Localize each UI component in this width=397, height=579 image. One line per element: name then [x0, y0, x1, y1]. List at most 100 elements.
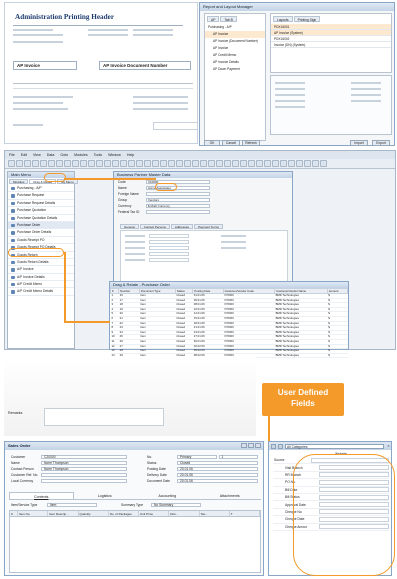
toolbar-button-icon[interactable]: [199, 160, 207, 167]
udf-toolbar-icon-1[interactable]: [271, 443, 276, 449]
tab-contents[interactable]: Contents: [9, 492, 74, 499]
toolbar-button-icon[interactable]: [183, 160, 191, 167]
tab-logistics[interactable]: Logistics: [74, 492, 137, 499]
toolbar-button-icon[interactable]: [79, 160, 87, 167]
toolbar-button-icon[interactable]: [255, 160, 263, 167]
toolbar-button-icon[interactable]: [95, 160, 103, 167]
customer-field[interactable]: C20000: [41, 455, 127, 459]
delivery-date-field[interactable]: 20.01.06: [177, 473, 258, 477]
layout-row[interactable]: Invoice (DN) (System): [271, 42, 391, 48]
grid-column-header[interactable]: Item No.: [18, 511, 49, 516]
bp-field-input[interactable]: [146, 192, 210, 196]
bp-field-input[interactable]: $ Multi Currency: [146, 204, 210, 208]
menu-item[interactable]: Purchase Quotation Details: [8, 215, 74, 222]
menu-view[interactable]: View: [33, 153, 41, 157]
tree-item[interactable]: AP Down Payment: [205, 66, 265, 73]
posting-date-field[interactable]: 20.01.06: [177, 467, 258, 471]
tab-modules[interactable]: Modules: [9, 179, 29, 184]
toolbar-button-icon[interactable]: [295, 160, 303, 167]
toolbar-button-icon[interactable]: [103, 160, 111, 167]
bp-field-input[interactable]: Vendors: [146, 198, 210, 202]
toolbar-button-icon[interactable]: [311, 160, 319, 167]
toolbar-button-icon[interactable]: [167, 160, 175, 167]
cancel-button[interactable]: Cancel: [222, 140, 240, 146]
bp-field-input[interactable]: [146, 210, 210, 214]
summary-type-select[interactable]: No Summary: [151, 503, 201, 507]
toolbar-button-icon[interactable]: [215, 160, 223, 167]
grid-column-header[interactable]: #: [10, 511, 18, 516]
toolbar-button-icon[interactable]: [7, 160, 15, 167]
tree-item[interactable]: AP Credit Memo: [205, 52, 265, 59]
menu-item[interactable]: Purchasing - A/P: [8, 185, 74, 193]
toolbar-button-icon[interactable]: [63, 160, 71, 167]
customer-ref-field[interactable]: [41, 473, 127, 477]
menu-edit[interactable]: Edit: [21, 153, 27, 157]
tab-ap[interactable]: AP: [207, 16, 220, 22]
toolbar-button-icon[interactable]: [151, 160, 159, 167]
toolbar-button-icon[interactable]: [71, 160, 79, 167]
layout-ap-doc-number-field[interactable]: AP Invoice Document Number: [99, 61, 191, 70]
tab-addresses[interactable]: Addresses: [170, 224, 194, 229]
tab-attachments[interactable]: Attachments: [199, 492, 262, 499]
toolbar-button-icon[interactable]: [127, 160, 135, 167]
tab-layouts[interactable]: Layouts: [273, 16, 293, 22]
item-type-select[interactable]: Item: [47, 503, 97, 507]
toolbar-button-icon[interactable]: [47, 160, 55, 167]
udf-close-icon[interactable]: ×: [386, 443, 391, 449]
toolbar-button-icon[interactable]: [239, 160, 247, 167]
toolbar-button-icon[interactable]: [31, 160, 39, 167]
currency-field[interactable]: [41, 479, 127, 483]
menu-modules[interactable]: Modules: [74, 153, 88, 157]
layout-ap-invoice-field[interactable]: AP Invoice: [13, 61, 77, 70]
close-icon[interactable]: [255, 443, 261, 448]
toolbar-button-icon[interactable]: [159, 160, 167, 167]
grid-column-header[interactable]: No. of Packages: [109, 511, 139, 516]
toolbar-button-icon[interactable]: [319, 160, 327, 167]
toolbar-button-icon[interactable]: [87, 160, 95, 167]
menu-item[interactable]: Purchase Order Details: [8, 229, 74, 237]
udf-toolbar-icon-2[interactable]: [278, 443, 283, 449]
tree-item[interactable]: Purchasing - A/P: [205, 24, 265, 31]
tab-accounting[interactable]: Accounting: [136, 492, 199, 499]
menu-tools[interactable]: Tools: [94, 153, 102, 157]
toolbar-button-icon[interactable]: [119, 160, 127, 167]
minimize-icon[interactable]: [240, 443, 247, 448]
toolbar-button-icon[interactable]: [15, 160, 23, 167]
tab-printing-sign[interactable]: Printing Sign: [293, 16, 321, 22]
toolbar-button-icon[interactable]: [303, 160, 311, 167]
menu-item[interactable]: Goods Receipt PO: [8, 237, 74, 245]
toolbar-button-icon[interactable]: [223, 160, 231, 167]
toolbar-button-icon[interactable]: [39, 160, 47, 167]
grid-column-header[interactable]: Quantity: [79, 511, 109, 516]
series-select[interactable]: Primary: [177, 455, 217, 459]
tree-item[interactable]: AP Invoice Details: [205, 59, 265, 66]
menu-item[interactable]: Purchase Quotation: [8, 207, 74, 215]
ok-button[interactable]: OK: [204, 140, 220, 146]
remarks-field[interactable]: [44, 408, 164, 426]
tab-payment[interactable]: Payment Terms: [194, 224, 223, 229]
toolbar-button-icon[interactable]: [55, 160, 63, 167]
grid-column-header[interactable]: Tax...: [200, 511, 230, 516]
name-field[interactable]: Norm Thompson: [41, 461, 127, 465]
import-button[interactable]: Import: [350, 140, 368, 146]
contact-person-field[interactable]: Norm Thompson: [41, 467, 127, 471]
doc-number-field[interactable]: 1: [218, 455, 258, 459]
toolbar-button-icon[interactable]: [191, 160, 199, 167]
menu-item[interactable]: Purchase Request: [8, 192, 74, 200]
currency-label[interactable]: Local Currency: [11, 479, 39, 483]
toolbar-button-icon[interactable]: [263, 160, 271, 167]
refresh-button[interactable]: Refresh: [242, 140, 260, 146]
export-button[interactable]: Export: [372, 140, 390, 146]
toolbar-button-icon[interactable]: [143, 160, 151, 167]
toolbar-button-icon[interactable]: [271, 160, 279, 167]
maximize-icon[interactable]: [247, 443, 254, 448]
toolbar-button-icon[interactable]: [175, 160, 183, 167]
menu-item[interactable]: Purchase Request Details: [8, 200, 74, 208]
tab-general[interactable]: General: [120, 224, 139, 229]
toolbar-button-icon[interactable]: [231, 160, 239, 167]
tree-item[interactable]: AP Invoice: [205, 31, 265, 38]
menu-window[interactable]: Window: [108, 153, 121, 157]
menu-goto[interactable]: Goto: [60, 153, 68, 157]
tree-item[interactable]: AP Invoice: [205, 45, 265, 52]
grid-column-header[interactable]: T: [230, 511, 260, 516]
